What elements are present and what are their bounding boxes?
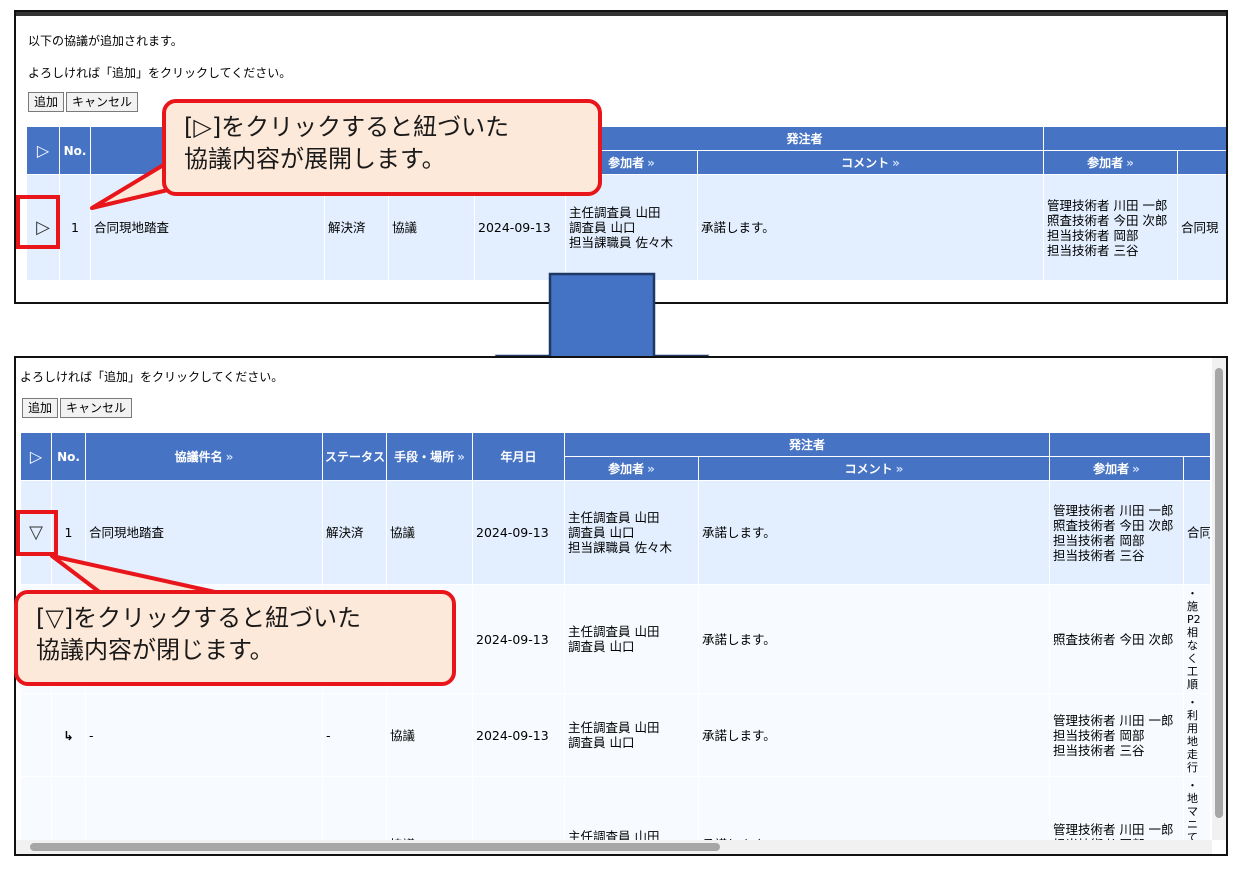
date-header: 年月日 xyxy=(472,432,565,481)
row-extra: ・施 P2相 なく 工順 xyxy=(1183,584,1212,694)
comment-header[interactable]: コメント» xyxy=(696,150,1045,175)
participant2-header[interactable]: 参加者» xyxy=(1049,456,1185,481)
expand-callout: [▷]をクリックすると紐づいた 協議内容が展開します。 xyxy=(162,99,602,196)
row-toggle-cell xyxy=(20,693,52,777)
extra-header xyxy=(1177,150,1226,175)
collapse-callout: [▽]をクリックすると紐づいた 協議内容が閉じます。 xyxy=(14,590,456,686)
sort-icon: » xyxy=(1132,462,1140,476)
row-comment: 承諾します。 xyxy=(697,693,1051,777)
row-date: 2024-09-13 xyxy=(472,584,565,694)
row-participants: 主任調査員 山田 調査員 山口 担当課職員 佐々木 xyxy=(564,480,699,585)
horizontal-scroll-thumb[interactable] xyxy=(30,843,720,851)
row-date: 2024-09-13 xyxy=(472,480,565,585)
table-row: ↳ - - 協議 2024-09-13 主任調査員 山田 調査員 山口 承諾しま… xyxy=(20,693,1212,777)
sort-icon: » xyxy=(457,450,465,464)
row-extra: ・利 用地 走行 xyxy=(1183,693,1212,777)
confirm-instruction-text: よろしければ「追加」をクリックしてください。 xyxy=(28,66,292,80)
row-name: - xyxy=(85,693,323,777)
no-header: No. xyxy=(51,432,86,481)
top-clipped-strip xyxy=(16,12,1226,16)
vertical-scroll-thumb[interactable] xyxy=(1215,368,1223,818)
row-extra: 合同現 xyxy=(1177,174,1226,281)
toggle-all-header[interactable]: ▷ xyxy=(26,126,60,175)
orderer-group-header: 発注者 xyxy=(564,126,1045,151)
horizontal-scrollbar[interactable] xyxy=(16,840,1212,854)
row-participants: 主任調査員 山田 調査員 山口 xyxy=(564,584,699,694)
row-method: 協議 xyxy=(386,693,473,777)
row-participants2: 管理技術者 川田 一郎 照査技術者 今田 次郎 担当技術者 岡部 担当技術者 三… xyxy=(1043,174,1179,281)
toggle-all-header[interactable]: ▷ xyxy=(20,432,52,481)
add-notice-text: 以下の協議が追加されます。 xyxy=(28,34,183,48)
confirm-instruction-text: よろしければ「追加」をクリックしてください。 xyxy=(20,370,284,384)
orderer-group-header: 発注者 xyxy=(563,432,1051,457)
add-button[interactable]: 追加 xyxy=(22,398,59,418)
row-extra: 合同 xyxy=(1183,480,1212,585)
sort-icon: » xyxy=(892,156,900,170)
sort-icon: » xyxy=(647,156,655,170)
row-participants2: 管理技術者 川田 一郎 担当技術者 岡部 担当技術者 三谷 xyxy=(1049,693,1185,777)
name-header[interactable]: 協議件名» xyxy=(85,432,323,481)
method-header[interactable]: 手段・場所» xyxy=(386,432,473,481)
sort-icon: » xyxy=(895,462,904,476)
sort-icon: » xyxy=(225,450,234,464)
participant2-header[interactable]: 参加者» xyxy=(1043,150,1179,175)
vertical-scrollbar[interactable] xyxy=(1212,358,1226,840)
row-comment: 承諾します。 xyxy=(697,584,1051,694)
extra-header xyxy=(1183,456,1212,481)
row-participants2: 照査技術者 今田 次郎 xyxy=(1049,584,1185,694)
expand-highlight-box xyxy=(16,195,60,249)
contractor-group-header xyxy=(1049,432,1212,457)
row-comment: 承諾します。 xyxy=(696,174,1045,281)
row-date: 2024-09-13 xyxy=(472,693,565,777)
row-status: 解決済 xyxy=(322,480,387,585)
expand-all-icon: ▷ xyxy=(29,447,43,466)
row-method: 協議 xyxy=(386,480,473,585)
add-button[interactable]: 追加 xyxy=(28,92,65,112)
sort-icon: » xyxy=(647,462,655,476)
contractor-group-header xyxy=(1043,126,1226,151)
expand-all-icon: ▷ xyxy=(36,141,50,160)
row-participants2: 管理技術者 川田 一郎 照査技術者 今田 次郎 担当技術者 岡部 担当技術者 三… xyxy=(1049,480,1185,585)
sort-icon: » xyxy=(1126,156,1134,170)
participant-header[interactable]: 参加者» xyxy=(564,456,699,481)
cancel-button[interactable]: キャンセル xyxy=(60,398,133,418)
status-header: ステータス xyxy=(322,432,387,481)
cancel-button[interactable]: キャンセル xyxy=(66,92,139,112)
row-participants: 主任調査員 山田 調査員 山口 xyxy=(564,693,699,777)
row-comment: 承諾します。 xyxy=(697,480,1051,585)
comment-header[interactable]: コメント» xyxy=(697,456,1051,481)
row-status: - xyxy=(322,693,387,777)
child-row-icon: ↳ xyxy=(51,693,86,777)
